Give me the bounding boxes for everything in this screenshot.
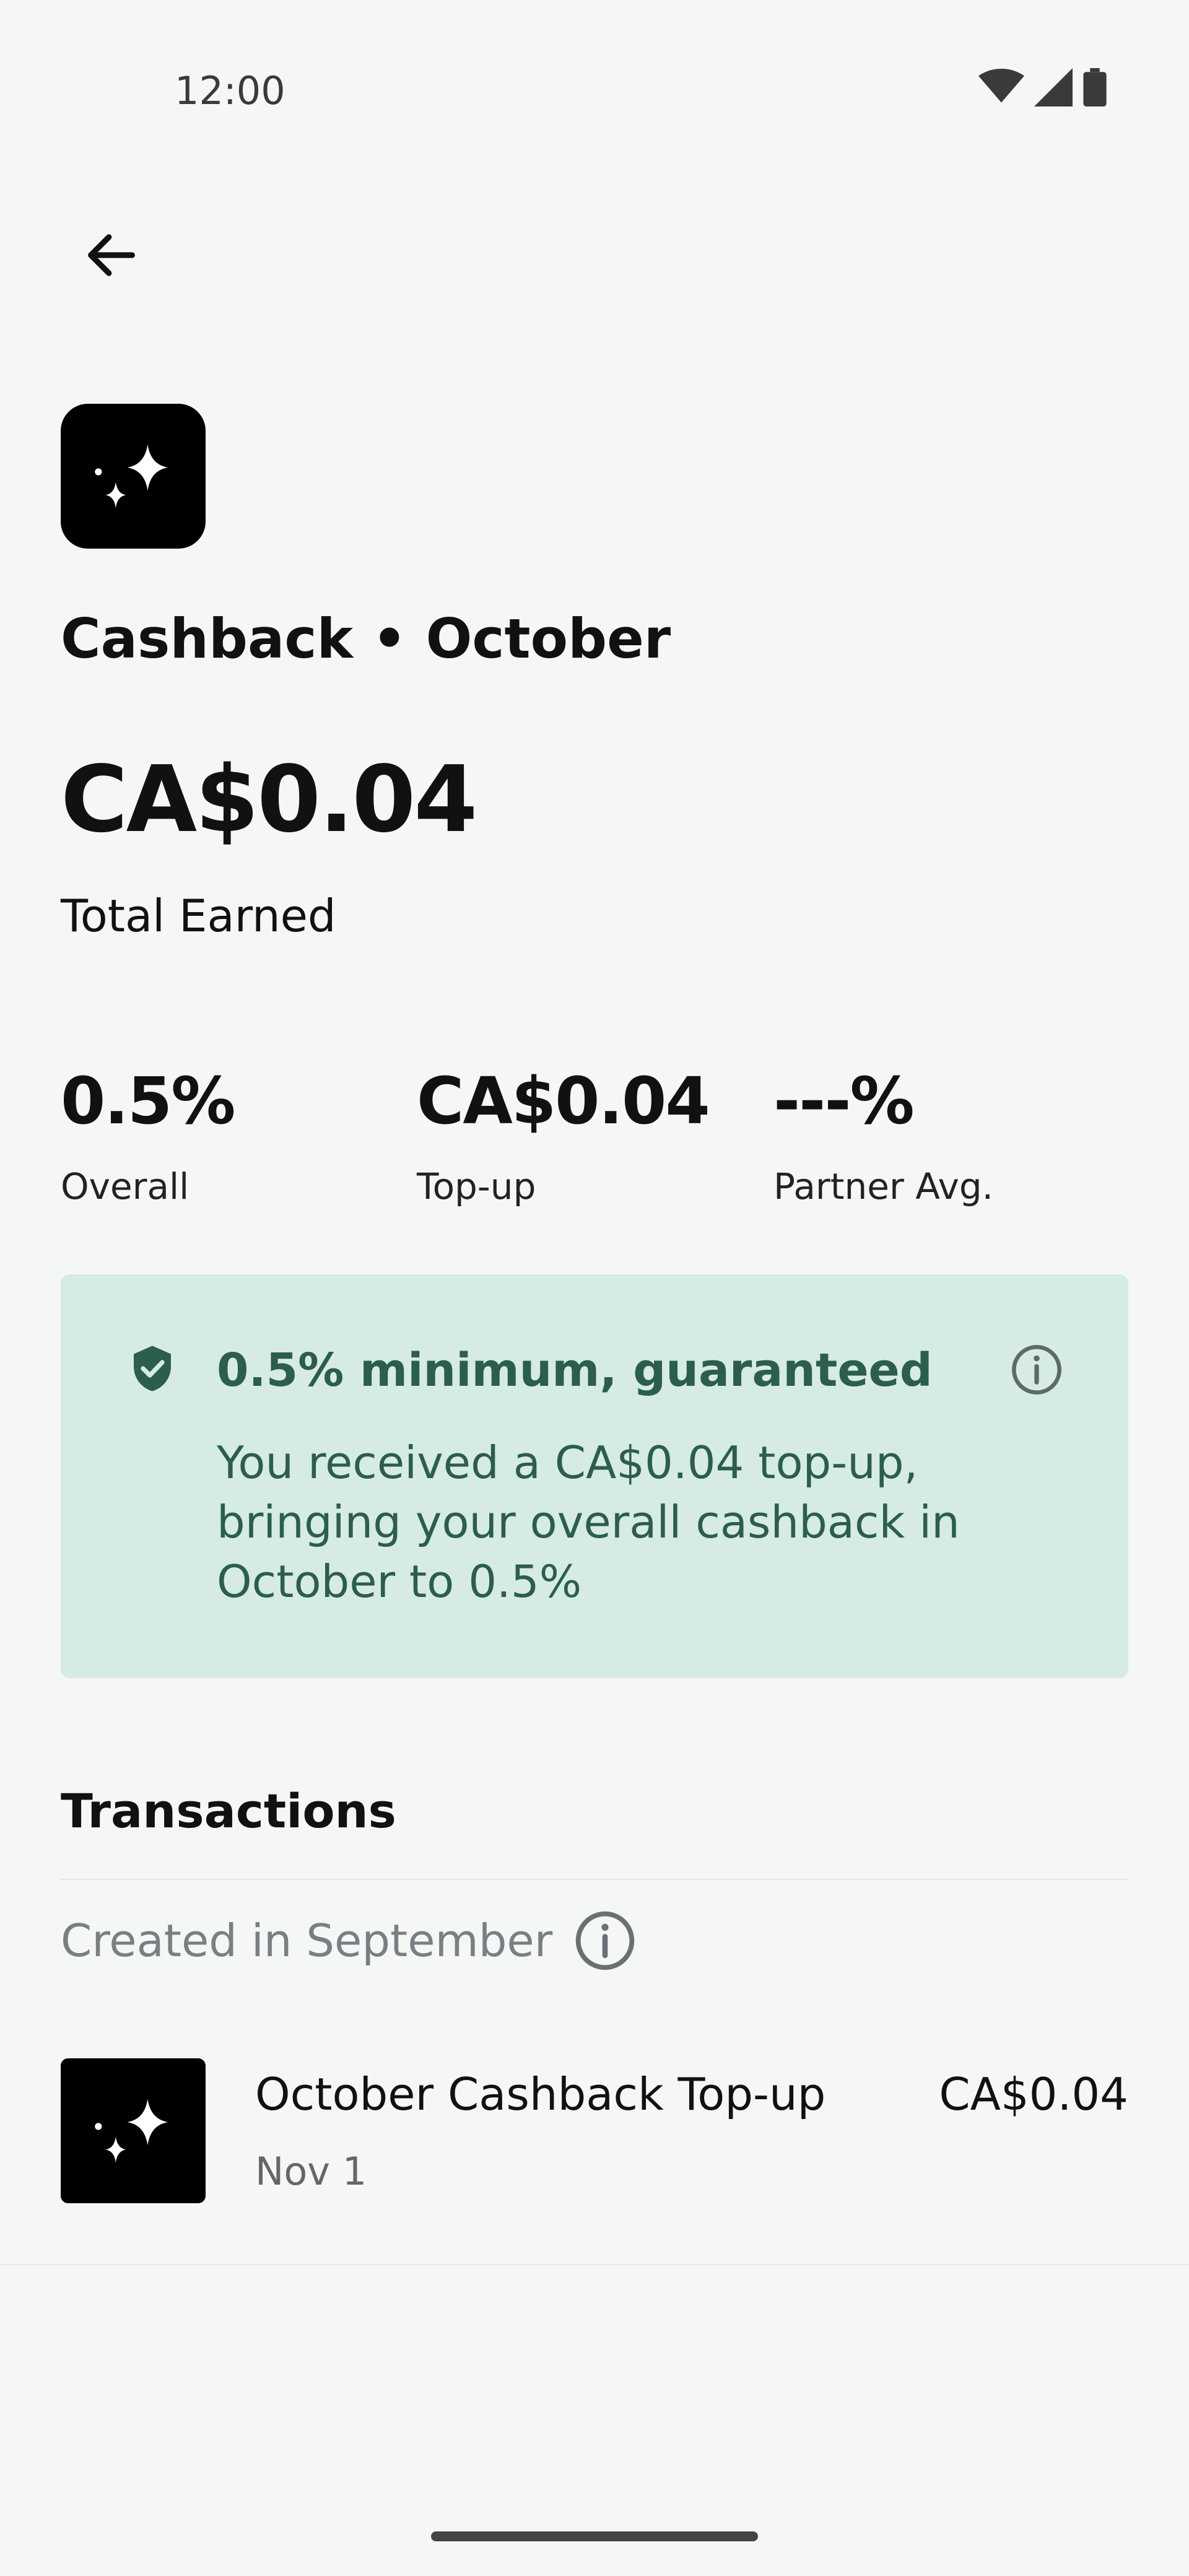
page-title: Cashback • October <box>61 607 671 671</box>
shield-check-icon <box>128 1344 177 1393</box>
info-icon <box>1012 1345 1061 1395</box>
banner-title: 0.5% minimum, guaranteed <box>217 1344 933 1397</box>
status-icons <box>978 68 1107 107</box>
home-indicator[interactable] <box>431 2531 758 2541</box>
transaction-icon <box>61 2058 206 2203</box>
back-button[interactable] <box>81 224 142 286</box>
stat-topup-value: CA$0.04 <box>417 1063 710 1139</box>
sparkle-icon <box>95 444 168 508</box>
stat-partner-value: ---% <box>773 1063 915 1139</box>
transaction-amount: CA$0.04 <box>939 2068 1128 2120</box>
arrow-left-icon <box>88 234 135 276</box>
total-label: Total Earned <box>61 890 336 942</box>
stat-topup-label: Top-up <box>417 1165 536 1208</box>
transactions-title: Transactions <box>61 1783 396 1838</box>
stat-overall-value: 0.5% <box>61 1063 235 1139</box>
battery-icon <box>1083 68 1107 107</box>
row-divider <box>0 2264 1189 2265</box>
sparkle-icon <box>95 2099 168 2163</box>
banner-body: You received a CA$0.04 top-up, bringing … <box>217 1437 960 1608</box>
stat-partner-label: Partner Avg. <box>773 1165 994 1208</box>
cashback-app-icon <box>61 404 206 549</box>
total-amount: CA$0.04 <box>61 746 477 853</box>
created-group-label: Created in September <box>61 1915 553 1967</box>
stat-overall-label: Overall <box>61 1165 189 1208</box>
cellular-signal-icon <box>1034 68 1073 107</box>
transaction-title: October Cashback Top-up <box>255 2068 826 2120</box>
banner-info-button[interactable] <box>1009 1342 1064 1397</box>
info-icon <box>575 1911 635 1970</box>
status-time: 12:00 <box>175 68 285 113</box>
created-info-button[interactable] <box>573 1908 637 1973</box>
section-divider <box>61 1879 1128 1880</box>
wifi-icon <box>978 68 1024 103</box>
transaction-date: Nov 1 <box>255 2149 367 2194</box>
